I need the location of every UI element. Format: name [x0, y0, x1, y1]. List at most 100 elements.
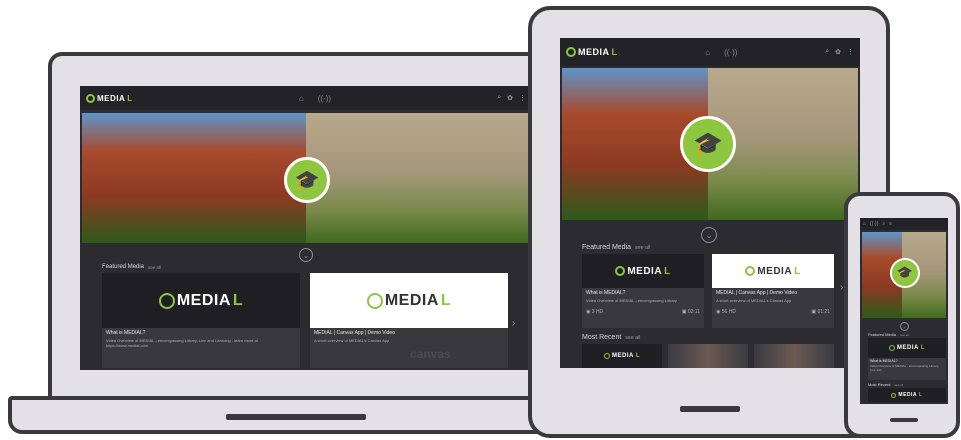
medial-logo: MEDIA L	[615, 266, 670, 277]
recent-thumb-1[interactable]: MEDIA L	[582, 344, 662, 368]
card-thumbnail: MEDIA L	[310, 273, 508, 328]
phone-topbar: ⌂ ((·)) ⌕ ≡	[860, 218, 948, 230]
quality-badge: HD	[728, 309, 736, 315]
logo-text-accent: L	[635, 353, 640, 359]
laptop-nav-icons: ⌂ ((·))	[299, 94, 331, 103]
section-title-text: Featured Media	[868, 332, 897, 337]
card-title: MEDIAL | Canvas App | Demo Video	[716, 290, 797, 296]
medial-logo-icon	[888, 345, 895, 351]
medial-logo: MEDIA L	[891, 392, 922, 398]
logo-text: MEDIA	[384, 291, 439, 309]
medial-logo-icon	[158, 292, 175, 309]
phone-toolbar-icons: ⌂ ((·)) ⌕ ≡	[863, 221, 892, 227]
view-count: 3	[591, 309, 595, 315]
recent-thumb-2[interactable]	[668, 344, 748, 368]
see-all-link[interactable]: see all	[635, 245, 650, 251]
tablet-card-2[interactable]: MEDIA L MEDIAL | Canvas App | Demo Video …	[712, 254, 834, 328]
search-icon[interactable]: ⌕	[497, 94, 501, 102]
tablet-home-button[interactable]	[680, 406, 740, 412]
section-title-text: Most Recent	[868, 382, 891, 387]
card-thumbnail: MEDIA L	[102, 273, 300, 328]
medial-logo: MEDIA L	[745, 266, 800, 277]
home-icon[interactable]: ⌂	[299, 94, 304, 103]
video-icon: ▣	[811, 309, 817, 315]
next-chevron-icon[interactable]: ›	[840, 282, 843, 293]
logo-text: MEDIA	[898, 392, 918, 398]
card-description: Video Overview of MEDIAL - encompassing …	[586, 298, 677, 303]
laptop-trackpad-slot	[226, 414, 366, 420]
tablet-card-1[interactable]: MEDIA L What is MEDIAL? Video Overview of…	[582, 254, 704, 328]
see-all-link[interactable]: see all	[625, 335, 640, 341]
see-all-link[interactable]: see all	[894, 383, 903, 387]
home-icon[interactable]: ⌂	[863, 221, 866, 227]
phone-screen: ⌂ ((·)) ⌕ ≡ 🎓 ⌄ Featured Media see all M…	[860, 218, 948, 404]
section-title-text: Most Recent	[582, 334, 622, 341]
menu-icon[interactable]: ⋮	[847, 48, 854, 56]
search-icon[interactable]: ⌕	[825, 48, 829, 56]
medial-logo-icon	[86, 93, 95, 103]
phone-hero-banner: 🎓	[862, 232, 946, 318]
phone-recent-title: Most Recent see all	[868, 382, 903, 387]
menu-icon[interactable]: ≡	[889, 221, 892, 227]
medial-logo: MEDIA L	[888, 345, 925, 351]
see-all-link[interactable]: see all	[148, 265, 161, 270]
medial-logo: MEDIA L	[603, 353, 640, 359]
eye-icon: ◉	[586, 309, 591, 315]
laptop-screen: MEDIA L ⌂ ((·)) ⌕ ✿ ⋮ 🎓 ⌄ Featured Media …	[80, 86, 532, 370]
laptop-hero-banner: 🎓	[82, 113, 530, 243]
next-chevron-icon[interactable]: ›	[512, 318, 515, 329]
laptop-card-2[interactable]: MEDIA L MEDIAL | Canvas App | Demo Video …	[310, 273, 508, 368]
menu-icon[interactable]: ⋮	[519, 94, 526, 102]
search-icon[interactable]: ⌕	[882, 221, 885, 227]
gear-icon[interactable]: ✿	[507, 94, 513, 102]
laptop-topbar: MEDIA L ⌂ ((·)) ⌕ ✿ ⋮	[80, 86, 532, 110]
laptop-card-1[interactable]: MEDIA L What is MEDIAL? Video Overview of…	[102, 273, 300, 368]
phone-card-1[interactable]: MEDIA L What is MEDIAL? Video Overview of…	[868, 338, 946, 380]
medial-logo-icon	[615, 266, 626, 276]
scroll-down-icon[interactable]: ⌄	[299, 248, 313, 262]
quality-badge: HD	[595, 309, 604, 315]
scroll-down-icon[interactable]: ⌄	[900, 322, 909, 331]
logo-text: MEDIA	[627, 265, 663, 277]
tablet-logo[interactable]: MEDIA L	[566, 47, 618, 57]
recent-thumb-3[interactable]	[754, 344, 834, 368]
section-title-text: Featured Media	[582, 244, 632, 251]
tablet-recent-title: Most Recent see all	[582, 334, 640, 341]
see-all-link[interactable]: see all	[900, 333, 909, 337]
tablet-topbar: MEDIA L ⌂ ((·)) ⌕ ✿ ⋮	[560, 38, 860, 66]
medial-logo: MEDIA L	[158, 291, 243, 310]
card-meta: ◉ 56 HD ▣ 01:21	[712, 309, 834, 315]
tablet-toolbar-icons: ⌕ ✿ ⋮	[825, 48, 854, 56]
logo-text: MEDIA	[176, 291, 231, 309]
logo-text-accent: L	[794, 265, 801, 277]
laptop-featured-title: Featured Media see all	[102, 264, 161, 270]
scroll-down-icon[interactable]: ⌄	[701, 227, 717, 243]
home-icon[interactable]: ⌂	[705, 48, 710, 57]
logo-text-accent: L	[611, 47, 618, 57]
graduation-cap-icon: 🎓	[680, 116, 736, 172]
graduation-cap-icon: 🎓	[890, 258, 920, 288]
medial-logo-icon	[745, 266, 756, 276]
tablet-featured-title: Featured Media see all	[582, 244, 650, 251]
laptop-logo[interactable]: MEDIA L	[86, 93, 133, 103]
card-thumbnail: MEDIA L	[582, 254, 704, 288]
card-thumbnail: MEDIA L	[868, 338, 946, 358]
card-meta: ◉ 3 HD ▣ 02:11	[582, 309, 704, 315]
tablet-screen: MEDIA L ⌂ ((·)) ⌕ ✿ ⋮ 🎓 ⌄ Featured Media …	[560, 38, 860, 368]
card-title: MEDIAL | Canvas App | Demo Video	[314, 330, 395, 336]
logo-text-accent: L	[127, 93, 133, 103]
phone-home-button[interactable]	[890, 418, 918, 422]
card-description: Video Overview of MEDIAL - encompassing …	[106, 338, 258, 348]
live-icon[interactable]: ((·))	[870, 221, 878, 227]
medial-logo-icon	[566, 47, 576, 57]
duration: 01:21	[817, 309, 830, 315]
gear-icon[interactable]: ✿	[835, 48, 841, 56]
logo-text: MEDIA	[611, 353, 634, 359]
logo-text: MEDIA	[578, 47, 610, 57]
logo-text-accent: L	[920, 345, 925, 351]
medial-logo-icon	[891, 392, 897, 398]
live-icon[interactable]: ((·))	[724, 48, 737, 57]
phone-recent-thumb[interactable]: MEDIA L	[868, 388, 946, 402]
live-icon[interactable]: ((·))	[318, 94, 331, 103]
tablet-hero-banner: 🎓	[562, 68, 858, 220]
